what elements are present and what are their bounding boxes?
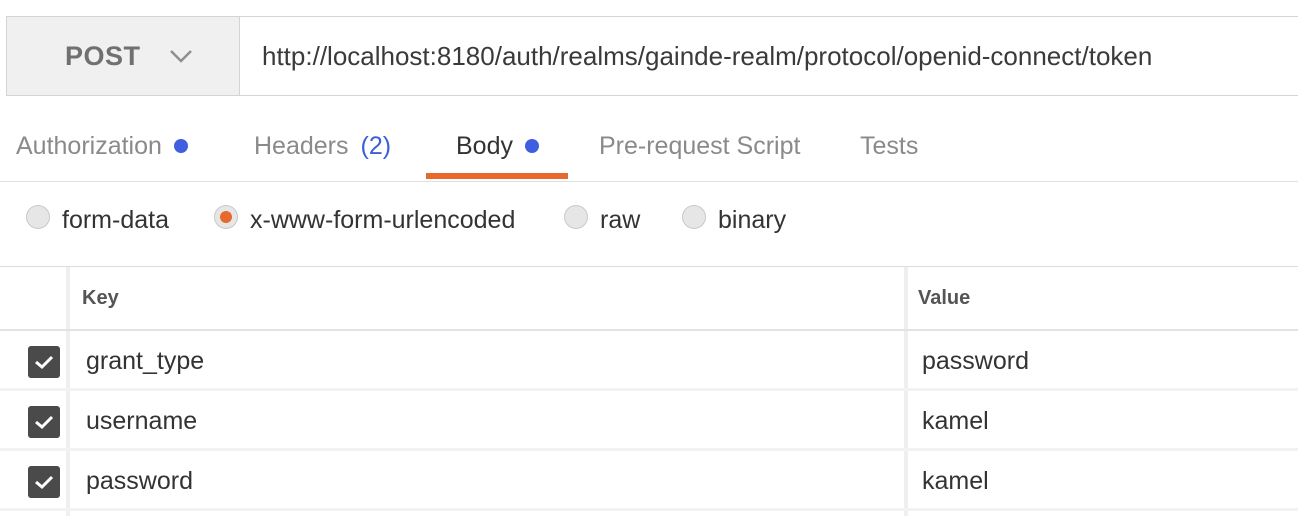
row-checkbox[interactable] <box>28 346 60 378</box>
radio-label: binary <box>718 205 787 234</box>
row-checkbox[interactable] <box>28 466 60 498</box>
request-bar: POST http://localhost:8180/auth/realms/g… <box>6 16 1298 96</box>
key-cell[interactable]: grant_type <box>86 331 204 391</box>
tab-authorization[interactable]: Authorization <box>16 110 188 182</box>
modified-dot-icon <box>524 139 539 153</box>
checkmark-icon <box>35 475 54 490</box>
tab-headers[interactable]: Headers (2) <box>254 110 391 182</box>
radio-raw[interactable]: raw <box>564 190 640 250</box>
value-cell[interactable]: kamel <box>922 451 989 511</box>
radio-x-www-form-urlencoded[interactable]: x-www-form-urlencoded <box>214 190 515 250</box>
key-cell[interactable]: username <box>86 391 197 451</box>
table-row: grant_type password <box>0 331 1298 391</box>
modified-dot-icon <box>173 139 188 153</box>
tab-pre-request-script[interactable]: Pre-request Script <box>599 110 800 182</box>
body-type-options: form-data x-www-form-urlencoded raw bina… <box>0 190 1298 250</box>
tab-label: Body <box>456 131 513 160</box>
row-checkbox[interactable] <box>28 406 60 438</box>
radio-form-data[interactable]: form-data <box>26 190 169 250</box>
method-label: POST <box>65 40 141 71</box>
radio-label: x-www-form-urlencoded <box>250 205 516 234</box>
params-table: Key Value grant_type password username k… <box>0 266 1298 516</box>
checkmark-icon <box>35 355 54 370</box>
radio-icon <box>26 205 50 229</box>
table-header: Key Value <box>0 267 1298 331</box>
tab-label: Authorization <box>16 131 162 160</box>
checkmark-icon <box>35 415 54 430</box>
tab-label: Tests <box>860 131 919 160</box>
key-cell[interactable]: password <box>86 451 193 511</box>
tab-tests[interactable]: Tests <box>860 110 918 182</box>
value-column-header: Value <box>918 286 971 309</box>
table-row: username kamel <box>0 391 1298 451</box>
radio-binary[interactable]: binary <box>682 190 786 250</box>
radio-label: form-data <box>62 205 169 234</box>
value-cell[interactable]: password <box>922 331 1029 391</box>
url-input[interactable]: http://localhost:8180/auth/realms/gainde… <box>240 17 1298 95</box>
radio-selected-icon <box>214 205 238 229</box>
chevron-down-icon <box>169 50 192 63</box>
radio-icon <box>682 205 706 229</box>
method-dropdown[interactable]: POST <box>7 17 240 95</box>
radio-label: raw <box>600 205 641 234</box>
table-row: password kamel <box>0 451 1298 511</box>
radio-icon <box>564 205 588 229</box>
headers-count: (2) <box>360 131 392 160</box>
value-cell[interactable]: kamel <box>922 391 989 451</box>
tab-label: Headers <box>254 131 349 160</box>
tab-body[interactable]: Body <box>456 110 539 182</box>
tab-label: Pre-request Script <box>599 131 801 160</box>
request-tabs: Authorization Headers (2) Body Pre-reque… <box>0 110 1298 182</box>
active-tab-indicator <box>426 173 568 179</box>
key-column-header: Key <box>82 286 119 309</box>
